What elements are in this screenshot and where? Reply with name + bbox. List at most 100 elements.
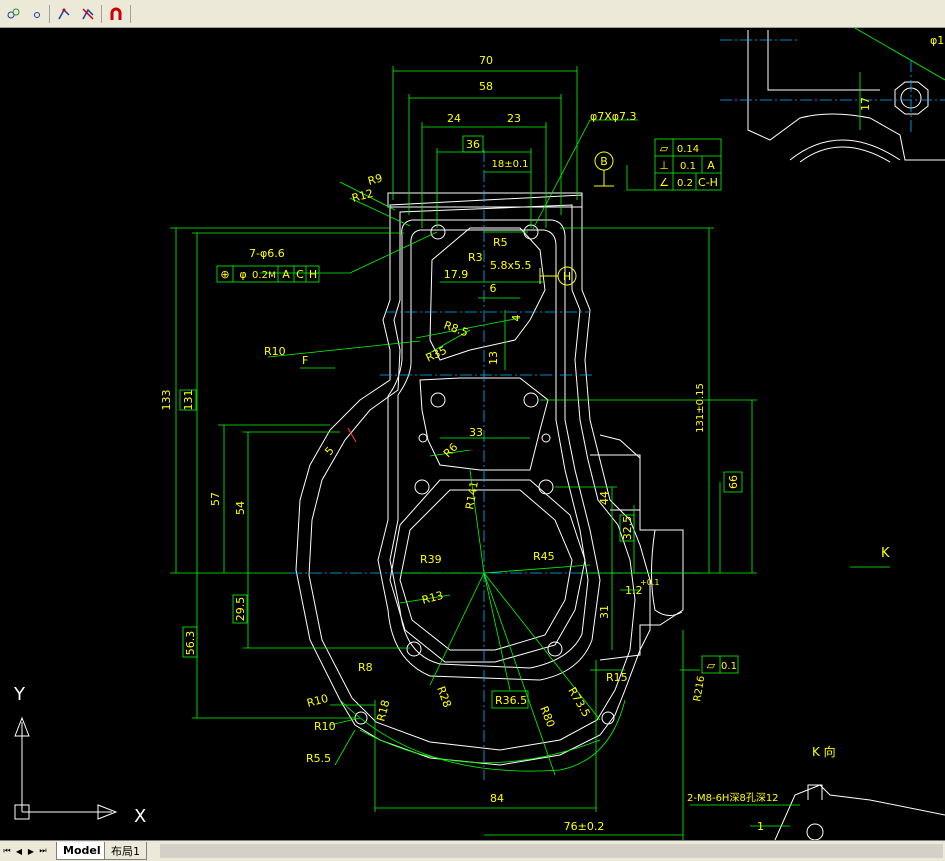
inner-frame-2 — [389, 229, 589, 669]
last-tab-icon[interactable]: ⏭ — [38, 845, 48, 857]
radius-text: R216 — [692, 675, 707, 703]
dim-text: 131 — [182, 390, 195, 411]
dim-text: 29.5 — [234, 597, 247, 622]
dim-text: 84 — [490, 792, 504, 805]
dim-text: 76±0.2 — [564, 820, 605, 833]
magnet-icon[interactable] — [106, 4, 126, 24]
toolbar-separator — [130, 5, 131, 23]
radius-text: R39 — [420, 553, 442, 566]
dim-text: 32.5 — [621, 516, 634, 541]
fcf-frames — [179, 135, 743, 709]
fcf-symbol: ⊥ — [659, 159, 669, 172]
dimension-lines — [170, 28, 945, 840]
tab-model[interactable]: Model — [56, 842, 108, 860]
dim-text: +0.1 — [640, 578, 659, 587]
radius-text: R28 — [434, 685, 454, 710]
dim-text: 13 — [487, 351, 500, 365]
next-tab-icon[interactable]: ▶ — [26, 845, 36, 857]
ucs-icon — [14, 716, 118, 820]
dim-text: 1 — [757, 820, 764, 833]
dim-text: 56.3 — [184, 631, 197, 656]
dim-text: 31 — [598, 605, 611, 619]
ucs-x-label: X — [134, 806, 146, 827]
fcf-symbol: ⊕ — [220, 268, 229, 281]
fcf-symbol: ▱ — [707, 659, 716, 672]
dim-text: 23 — [507, 112, 521, 125]
hole — [414, 479, 430, 495]
prev-tab-icon[interactable]: ◀ — [14, 845, 24, 857]
tab-layout1[interactable]: 布局1 — [104, 842, 147, 860]
fcf-tolerance: 0.2 — [252, 270, 268, 281]
dim-text: 70 — [479, 54, 493, 67]
fcf-datum: H — [309, 268, 317, 281]
dim-text: 5 — [322, 444, 336, 458]
slot-note: 5.8x5.5 — [490, 259, 532, 272]
fcf-datum: C-H — [698, 176, 718, 189]
match-properties-icon[interactable] — [54, 4, 74, 24]
hex-nut — [894, 81, 929, 115]
radius-text: R10 — [305, 692, 329, 710]
radius-text: R18 — [374, 699, 392, 723]
radius-text: R13 — [420, 589, 444, 607]
radius-text: R9 — [366, 172, 384, 188]
hole — [538, 479, 554, 495]
radius-text: R3 — [468, 251, 483, 264]
hole-note: φ7Xφ7.3 — [590, 110, 637, 123]
ucs-y-label: Y — [13, 684, 26, 705]
annotations: 70 58 24 23 36 18±0.1 133 131 57 54 29.5… — [160, 34, 944, 833]
upper-pocket — [429, 227, 546, 361]
radius-text: R10 — [264, 345, 286, 358]
first-tab-icon[interactable]: ⏮ — [2, 845, 12, 857]
section-arc-inner — [799, 146, 891, 163]
radius-text: R45 — [533, 550, 555, 563]
fcf-tolerance: 0.14 — [677, 144, 699, 155]
datum-label: B — [600, 155, 608, 168]
dim-text: 18±0.1 — [491, 159, 528, 170]
radius-text: R141 — [463, 480, 481, 510]
right-boss — [590, 454, 684, 661]
dim-text: 4 — [510, 315, 523, 322]
hole — [523, 392, 539, 408]
toolbar-separator — [101, 5, 102, 23]
dim-text: 36 — [466, 138, 480, 151]
drawing-canvas[interactable]: 70 58 24 23 36 18±0.1 133 131 57 54 29.5… — [0, 28, 945, 840]
fcf-tolerance: 0.1 — [680, 161, 696, 172]
thread-note: 2-M8-6H深8孔深12 — [687, 792, 779, 804]
horizontal-scrollbar[interactable] — [160, 844, 943, 858]
radius-text: R8.5 — [442, 319, 470, 340]
fcf-symbol: ∠ — [659, 176, 669, 189]
view-label: K 向 — [812, 744, 836, 759]
layer-states-icon[interactable] — [4, 4, 24, 24]
dim-text: 6 — [490, 282, 497, 295]
dim-text: 24 — [447, 112, 461, 125]
k-view-hole — [806, 823, 824, 840]
dim-text: 58 — [479, 80, 493, 93]
dim-text: 54 — [234, 501, 247, 515]
view-label: K — [881, 546, 890, 561]
radius-text: R80 — [537, 704, 557, 729]
datum-label: H — [563, 270, 571, 283]
hole — [406, 641, 422, 657]
hole — [430, 224, 446, 240]
view-label: F — [302, 354, 308, 367]
hole — [541, 433, 551, 443]
dim-text: 33 — [469, 426, 483, 439]
layer-isolate-icon[interactable] — [78, 4, 98, 24]
fcf-datum: A — [282, 268, 290, 281]
dim-text: 133 — [160, 390, 173, 411]
radius-text: R5 — [493, 236, 508, 249]
radius-text: R5.5 — [306, 752, 331, 765]
dim-text: 17.9 — [444, 268, 469, 281]
radius-text: R36.5 — [495, 694, 527, 707]
hole — [430, 392, 446, 408]
fcf-diameter: φ — [239, 268, 246, 281]
central-pocket — [399, 489, 573, 651]
fcf-tolerance: 0.1 — [721, 661, 737, 672]
layout-tab-bar: ⏮ ◀ ▶ ⏭ Model 布局1 — [0, 840, 945, 861]
dim-text: 66 — [727, 475, 740, 489]
layer-off-icon[interactable] — [26, 4, 46, 24]
toolbar-separator — [49, 5, 50, 23]
dim-text: 131±0.15 — [695, 383, 706, 433]
radius-text: R6 — [441, 441, 461, 461]
hole-note: 7-φ6.6 — [249, 247, 285, 260]
